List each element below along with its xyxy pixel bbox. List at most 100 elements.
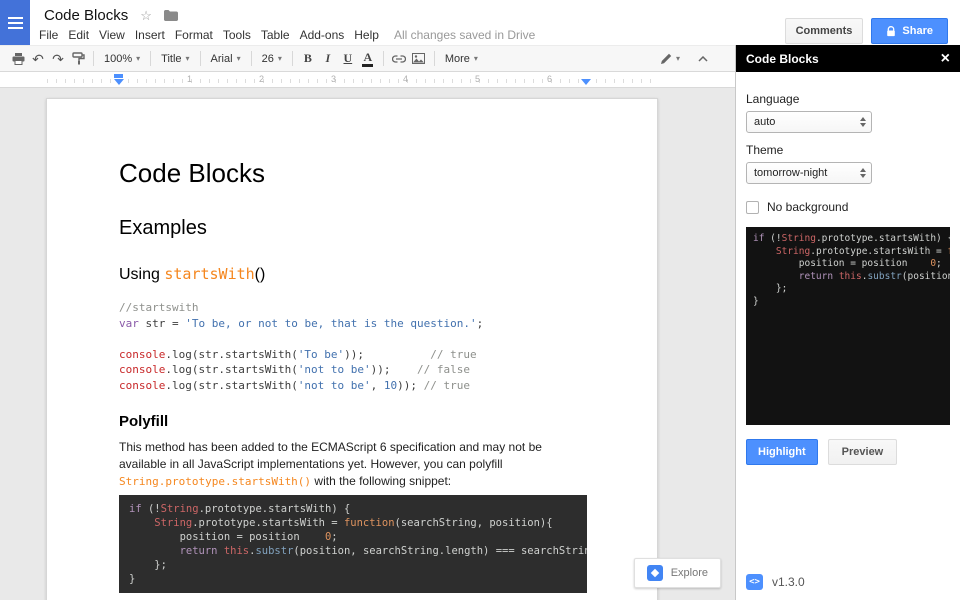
ruler[interactable]: 123456 [0, 72, 735, 88]
no-background-row: No background [746, 200, 950, 214]
toolbar-separator [93, 51, 94, 66]
comments-button[interactable]: Comments [785, 18, 864, 44]
bold-button[interactable]: B [298, 49, 318, 69]
redo-button[interactable]: ↷ [48, 49, 68, 69]
menu-item[interactable]: Format [170, 28, 218, 42]
undo-button[interactable]: ↶ [28, 49, 48, 69]
more-dropdown[interactable]: More ▾ [440, 49, 483, 69]
star-icon[interactable]: ☆ [140, 9, 152, 22]
code-token: ; [331, 531, 337, 543]
code-line: console.log(str.startsWith('To be')); //… [119, 347, 585, 363]
code-token: console [119, 379, 165, 392]
ruler-number: 2 [259, 74, 264, 84]
code-token [753, 271, 799, 282]
code-token: } [753, 296, 759, 307]
menu-items: FileEditViewInsertFormatToolsTableAdd-on… [34, 25, 384, 44]
menu-item[interactable]: View [94, 28, 130, 42]
no-background-checkbox[interactable] [746, 201, 759, 214]
preview-button[interactable]: Preview [828, 439, 898, 465]
sidebar-header: Code Blocks × [736, 45, 960, 72]
code-token: substr [255, 545, 293, 557]
code-block-dark: if (!String.prototype.startsWith) { Stri… [119, 495, 587, 593]
code-line: } [129, 572, 577, 586]
toolbar: ↶ ↷ 100% ▾ Title ▾ Arial ▾ 26 [0, 45, 735, 72]
insert-image-button[interactable] [409, 49, 429, 69]
code-block-light: //startswith var str = 'To be, or not to … [119, 300, 585, 393]
code-token [129, 545, 180, 557]
code-token: (! [142, 503, 161, 515]
code-token: if [129, 503, 142, 515]
zoom-select[interactable]: 100% ▾ [99, 49, 145, 69]
code-token [129, 517, 154, 529]
explore-button[interactable]: Explore [634, 558, 721, 588]
document-page[interactable]: Code Blocks Examples Using startsWith() … [46, 98, 658, 600]
menu-item[interactable]: Edit [63, 28, 94, 42]
code-line: //startswith [119, 300, 585, 316]
code-token [753, 246, 776, 257]
code-token: .prototype.startsWith) { [816, 233, 950, 244]
doc-heading-polyfill: Polyfill [119, 411, 585, 433]
share-button[interactable]: Share [871, 18, 948, 44]
font-size-select[interactable]: 26 ▾ [257, 49, 287, 69]
font-value: Arial [211, 53, 233, 65]
collapse-menus-button[interactable] [693, 49, 713, 69]
left-indent-marker[interactable] [114, 79, 124, 85]
italic-button[interactable]: I [318, 49, 338, 69]
paragraph-style-select[interactable]: Title ▾ [156, 49, 194, 69]
style-value: Title [161, 53, 181, 65]
folder-icon[interactable] [164, 10, 178, 21]
print-button[interactable] [8, 49, 28, 69]
code-token: 10 [384, 379, 397, 392]
code-token: 'not to be' [298, 379, 371, 392]
language-label: Language [746, 92, 950, 106]
first-line-indent-marker[interactable] [114, 74, 123, 78]
theme-select[interactable]: tomorrow-night [746, 162, 872, 184]
code-line: return this.substr(position, searchStrin… [129, 544, 577, 558]
chevron-down-icon: ▾ [237, 54, 241, 63]
font-family-select[interactable]: Arial ▾ [206, 49, 246, 69]
right-indent-marker[interactable] [581, 79, 591, 85]
code-token: console [119, 363, 165, 376]
heading-text: () [255, 266, 266, 283]
close-icon[interactable]: × [941, 51, 950, 67]
code-token: var [119, 317, 139, 330]
version-label: v1.3.0 [772, 575, 805, 589]
language-select[interactable]: auto [746, 111, 872, 133]
menu-item[interactable]: Help [349, 28, 384, 42]
explore-icon [647, 565, 663, 581]
code-token: // false [417, 363, 470, 376]
sidebar-title: Code Blocks [746, 52, 819, 66]
code-line: var str = 'To be, or not to be, that is … [119, 316, 585, 332]
code-token: , [371, 379, 384, 392]
docs-home-menu-button[interactable] [0, 0, 30, 45]
toolbar-separator [292, 51, 293, 66]
code-token: .log(str.startsWith( [165, 363, 297, 376]
pencil-icon [660, 53, 672, 65]
paint-format-button[interactable] [68, 49, 88, 69]
text-color-button[interactable]: A [358, 49, 378, 69]
chevron-down-icon: ▾ [186, 54, 190, 63]
menu-item[interactable]: Tools [218, 28, 256, 42]
code-token: //startswith [119, 301, 198, 314]
menu-item[interactable]: Insert [130, 28, 170, 42]
menu-item[interactable]: Table [256, 28, 295, 42]
highlight-button[interactable]: Highlight [746, 439, 818, 465]
code-token: ; [477, 317, 484, 330]
select-arrows-icon [860, 117, 866, 127]
code-line: }; [753, 283, 943, 296]
code-token: )); [397, 379, 424, 392]
menu-item[interactable]: Add-ons [295, 28, 350, 42]
code-token: 'To be' [298, 348, 344, 361]
code-token: String [161, 503, 199, 515]
menu-item[interactable]: File [34, 28, 63, 42]
document-title[interactable]: Code Blocks [44, 7, 128, 24]
code-token: function [344, 517, 395, 529]
top-bar: Code Blocks ☆ FileEditViewInsertFormatTo… [0, 0, 960, 45]
code-token: String [154, 517, 192, 529]
toolbar-separator [434, 51, 435, 66]
insert-link-button[interactable] [389, 49, 409, 69]
code-line: }; [129, 558, 577, 572]
code-token: console [119, 348, 165, 361]
edit-mode-button[interactable]: ▾ [655, 49, 685, 69]
underline-button[interactable]: U [338, 49, 358, 69]
